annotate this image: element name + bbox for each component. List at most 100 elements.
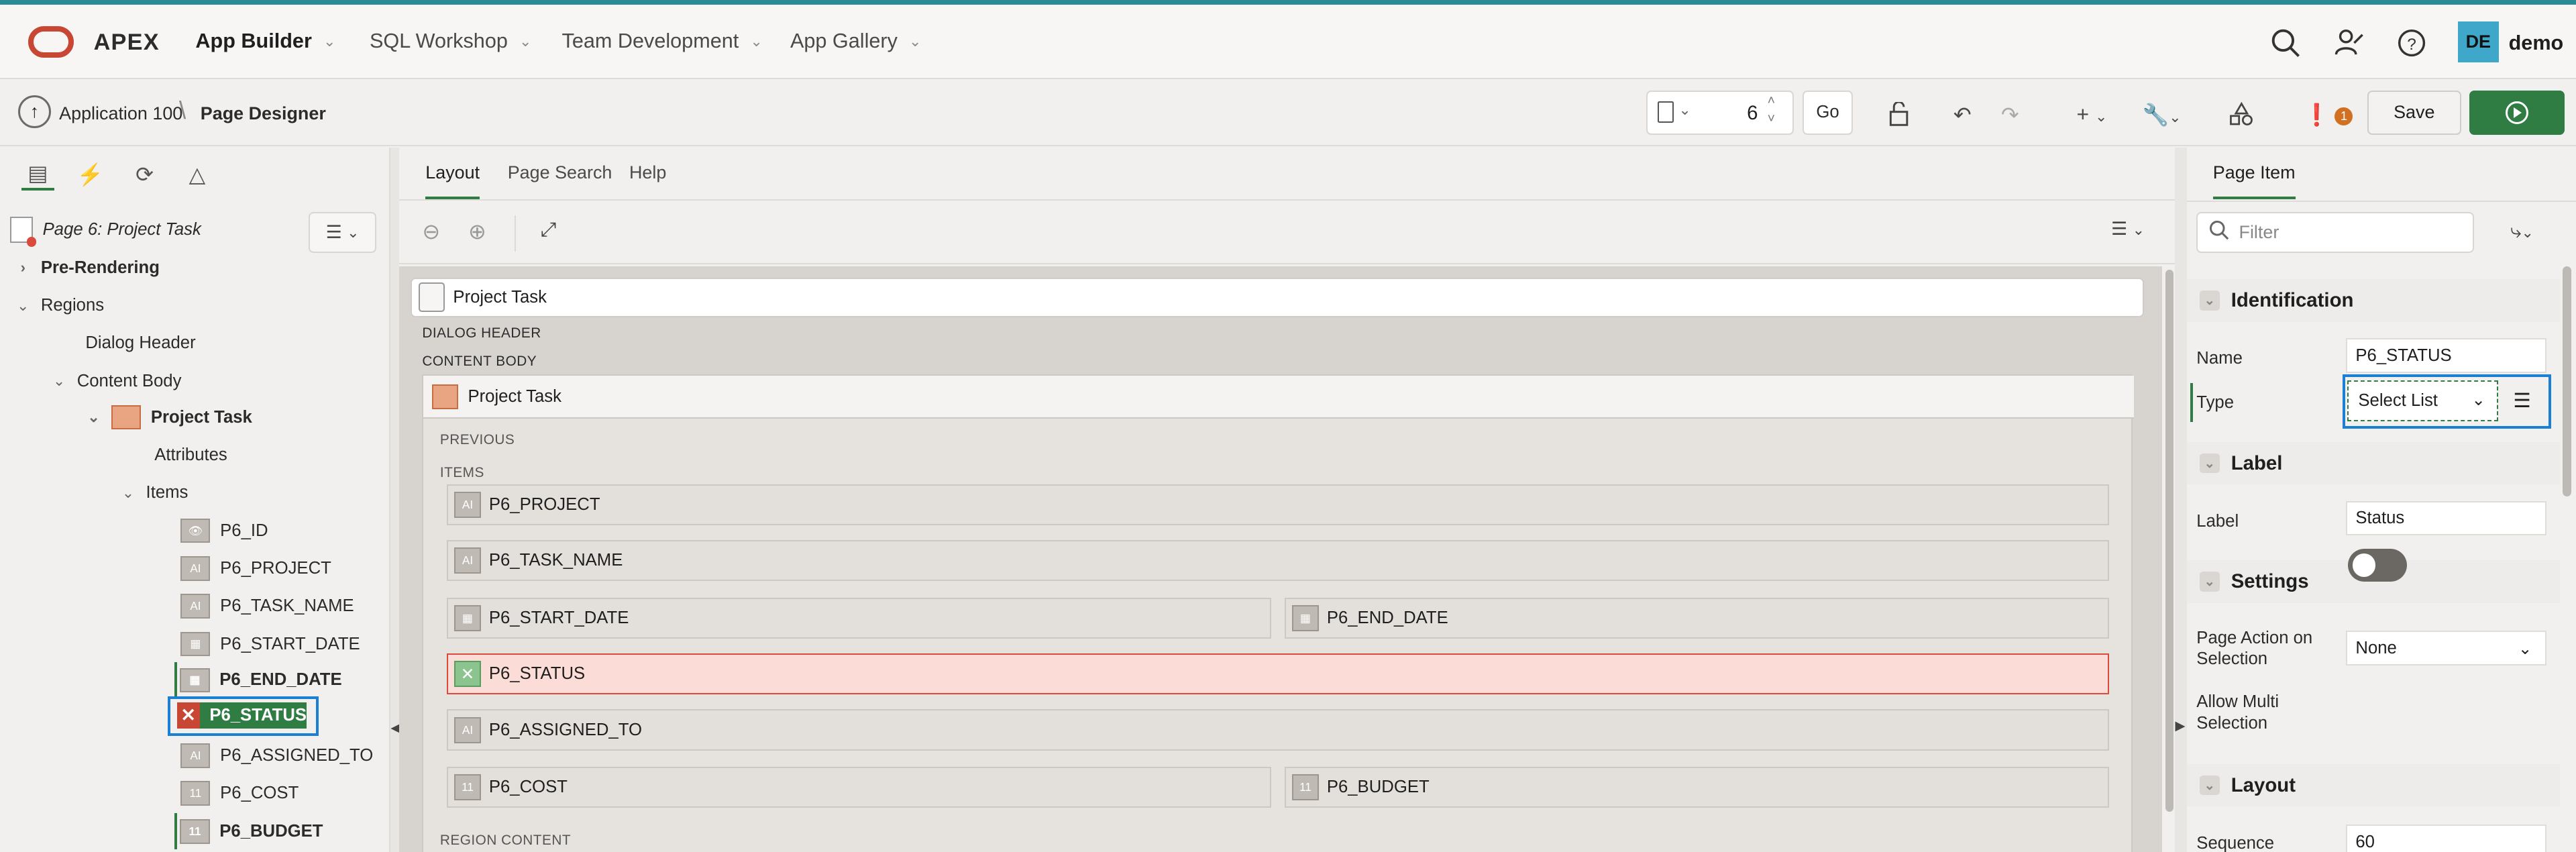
section-layout[interactable]: ⌄ Layout <box>2186 763 2560 807</box>
region-header: Project Task <box>423 376 2134 419</box>
canvas-scrollbar[interactable] <box>2163 266 2176 852</box>
center-pane: Layout Page Search Help ⊖ ⊕ ⤢ ☰ ⌄ Projec… <box>399 148 2176 852</box>
tree-item-p6-task-name[interactable]: AI P6_TASK_NAME <box>180 588 354 625</box>
tree-pre-rendering[interactable]: › Pre-Rendering <box>15 250 160 286</box>
processing-tab-icon[interactable]: ⟳ <box>128 158 161 191</box>
run-page-button[interactable] <box>2469 90 2565 135</box>
tree-item-p6-start-date[interactable]: ▦ P6_START_DATE <box>180 626 360 662</box>
admin-icon[interactable] <box>2330 23 2369 62</box>
tree-item-p6-budget[interactable]: 11 P6_BUDGET <box>174 813 323 850</box>
spinner-up-icon[interactable]: ˄ <box>1768 93 1775 109</box>
chevron-down-icon: ⌄ <box>323 32 336 50</box>
sequence-field[interactable]: 60 <box>2346 824 2546 852</box>
tree-regions[interactable]: ⌄ Regions <box>15 288 104 324</box>
project-task-region[interactable]: Project Task PREVIOUS ITEMS AI P6_PROJECT… <box>422 374 2134 852</box>
up-arrow-icon[interactable]: ↑ <box>17 95 51 128</box>
rendering-tab-icon[interactable]: ▤ <box>21 158 54 191</box>
field-p6-assigned-to[interactable]: AI P6_ASSIGNED_TO <box>446 709 2110 751</box>
undo-icon[interactable]: ↶ <box>1953 102 1972 127</box>
tree-project-task-region[interactable]: ⌄ Project Task <box>85 399 252 435</box>
tree-item-p6-status-selected[interactable]: ✕ P6_STATUS <box>167 696 319 737</box>
layout-toolbar: ⊖ ⊕ ⤢ ☰ ⌄ <box>399 202 2176 265</box>
field-p6-cost[interactable]: 11 P6_COST <box>446 767 1272 808</box>
filter-input[interactable]: Filter <box>2196 211 2475 254</box>
page-action-select[interactable]: None ⌄ <box>2346 631 2546 665</box>
tab-layout[interactable]: Layout <box>425 162 480 200</box>
property-scrollbar[interactable] <box>2563 266 2573 852</box>
zoom-out-icon[interactable]: ⊖ <box>422 219 440 244</box>
page-bar[interactable]: Project Task <box>411 277 2144 317</box>
shared-components-tab-icon[interactable]: △ <box>180 158 213 191</box>
tree-item-p6-id[interactable]: 👁 P6_ID <box>180 513 268 549</box>
page-node[interactable]: Page 6: Project Task <box>9 212 201 248</box>
left-splitter[interactable]: ◀ <box>389 148 400 852</box>
text-field-icon: AI <box>180 594 211 619</box>
svg-text:?: ? <box>2407 35 2416 53</box>
right-splitter[interactable]: ▶ <box>2175 148 2187 852</box>
tree-menu-button[interactable]: ☰ ⌄ <box>309 211 376 254</box>
oracle-logo-icon[interactable] <box>28 26 74 58</box>
label-field[interactable]: Status <box>2346 500 2546 536</box>
tab-page-item[interactable]: Page Item <box>2212 162 2296 200</box>
name-field[interactable]: P6_STATUS <box>2346 338 2546 373</box>
tab-help[interactable]: Help <box>629 162 666 197</box>
previous-label: PREVIOUS <box>439 431 515 447</box>
breadcrumb-application[interactable]: Application 100 <box>59 103 182 124</box>
create-menu-icon[interactable]: + ⌄ <box>2077 102 2108 127</box>
shared-components-icon[interactable] <box>2229 101 2254 132</box>
play-icon <box>2505 101 2528 124</box>
tree-item-p6-project[interactable]: AI P6_PROJECT <box>180 550 331 586</box>
expand-icon[interactable]: ⤢ <box>541 219 557 242</box>
left-tabs: ▤ ⚡ ⟳ △ <box>0 148 389 200</box>
brand-label[interactable]: APEX <box>94 30 160 56</box>
utilities-wrench-icon[interactable]: 🔧⌄ <box>2142 102 2181 127</box>
type-select[interactable]: Select List ⌄ <box>2347 380 2498 422</box>
tree-item-p6-cost[interactable]: 11 P6_COST <box>180 776 299 812</box>
field-p6-task-name[interactable]: AI P6_TASK_NAME <box>446 540 2110 582</box>
go-button[interactable]: Go <box>1802 90 1854 135</box>
page-messages-icon[interactable]: ❗ 1 <box>2303 102 2353 127</box>
zoom-in-icon[interactable]: ⊕ <box>468 219 486 244</box>
nav-app-builder[interactable]: App Builder ⌄ <box>195 30 335 53</box>
field-p6-end-date[interactable]: ▦ P6_END_DATE <box>1284 597 2110 639</box>
field-p6-status[interactable]: ✕ P6_STATUS <box>446 653 2110 695</box>
page-number-input[interactable]: 6 <box>1709 102 1758 125</box>
collapse-right-icon[interactable]: ▶ <box>2175 718 2185 734</box>
spinner-down-icon[interactable]: ˅ <box>1768 111 1775 127</box>
tree-attributes[interactable]: Attributes <box>154 437 227 473</box>
hidden-item-icon: 👁 <box>180 518 211 543</box>
field-p6-budget[interactable]: 11 P6_BUDGET <box>1284 767 2110 808</box>
redo-icon[interactable]: ↷ <box>2001 102 2019 127</box>
avatar[interactable]: DE <box>2457 21 2499 63</box>
tab-page-search[interactable]: Page Search <box>508 162 612 197</box>
field-p6-project[interactable]: AI P6_PROJECT <box>446 484 2110 526</box>
section-identification[interactable]: ⌄ Identification <box>2186 279 2560 322</box>
search-icon[interactable] <box>2265 23 2305 62</box>
nav-team-development[interactable]: Team Development ⌄ <box>562 30 763 53</box>
allow-multi-toggle[interactable] <box>2347 548 2407 582</box>
tree-content-body[interactable]: ⌄ Content Body <box>51 363 182 399</box>
error-x-icon: ✕ <box>176 702 200 729</box>
tree-items[interactable]: ⌄ Items <box>120 475 189 511</box>
nav-app-gallery[interactable]: App Gallery ⌄ <box>790 30 922 53</box>
text-field-icon: AI <box>454 716 481 743</box>
help-icon[interactable]: ? <box>2392 23 2432 62</box>
chevron-down-icon: ⌄ <box>52 372 66 390</box>
tree-item-p6-end-date[interactable]: ▦ P6_END_DATE <box>174 661 342 698</box>
chevron-down-icon: ⌄ <box>87 409 100 426</box>
dynamic-actions-tab-icon[interactable]: ⚡ <box>74 158 107 191</box>
field-p6-start-date[interactable]: ▦ P6_START_DATE <box>446 597 1272 639</box>
lock-page-icon[interactable] <box>1886 101 1911 132</box>
save-button[interactable]: Save <box>2367 90 2461 135</box>
tree-item-p6-assigned-to[interactable]: AI P6_ASSIGNED_TO <box>180 738 373 774</box>
nav-sql-workshop[interactable]: SQL Workshop ⌄ <box>370 30 531 53</box>
go-to-group-icon[interactable]: ⤷⌄ <box>2510 220 2534 243</box>
section-label[interactable]: ⌄ Label <box>2186 441 2560 485</box>
content-body-label: CONTENT BODY <box>422 353 537 369</box>
layout-menu-icon[interactable]: ☰ ⌄ <box>2111 219 2145 239</box>
user-name[interactable]: demo <box>2509 32 2564 55</box>
number-field-icon: 11 <box>454 774 481 801</box>
list-icon[interactable]: ☰ <box>2508 387 2536 415</box>
chevron-down-icon: ⌄ <box>2471 391 2485 410</box>
tree-dialog-header[interactable]: Dialog Header <box>85 325 195 362</box>
